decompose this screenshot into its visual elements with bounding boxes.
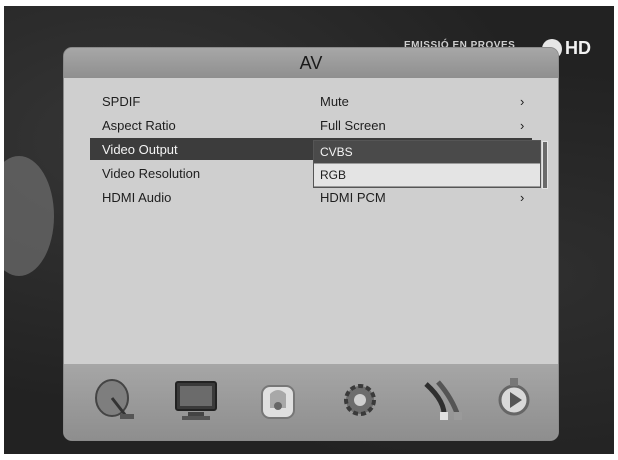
- main-menu-iconbar: [64, 364, 558, 440]
- dropdown-scrollbar[interactable]: [542, 141, 548, 189]
- chevron-right-icon: ›: [520, 189, 525, 205]
- background-artwork: [4, 156, 54, 276]
- hd-label: HD: [565, 38, 591, 58]
- settings-gear-icon[interactable]: [332, 372, 388, 428]
- dropdown-option-cvbs[interactable]: CVBS: [314, 141, 540, 164]
- tv-monitor-icon[interactable]: [168, 372, 224, 428]
- settings-list: SPDIF Mute › Aspect Ratio Full Screen › …: [64, 78, 558, 364]
- chevron-right-icon: ›: [520, 117, 525, 133]
- menu-item-spdif[interactable]: SPDIF Mute ›: [90, 90, 532, 112]
- menu-item-hdmi-audio[interactable]: HDMI Audio HDMI PCM ›: [90, 186, 532, 208]
- menu-item-aspect-ratio[interactable]: Aspect Ratio Full Screen ›: [90, 114, 532, 136]
- menu-item-label: HDMI Audio: [102, 189, 172, 205]
- satellite-dish-icon[interactable]: [86, 372, 142, 428]
- video-output-dropdown[interactable]: CVBS RGB: [314, 141, 548, 189]
- panel-title: AV: [299, 52, 323, 73]
- menu-item-value: Mute: [320, 93, 349, 109]
- menu-item-label: Video Resolution: [102, 165, 201, 181]
- menu-item-label: SPDIF: [102, 93, 141, 109]
- menu-item-value: Full Screen: [320, 117, 386, 133]
- panel-header: AV: [64, 48, 558, 78]
- parental-lock-icon[interactable]: [250, 372, 306, 428]
- menu-item-label: Aspect Ratio: [102, 117, 176, 133]
- av-settings-panel: AV SPDIF Mute › Aspect Ratio Full Screen…: [64, 48, 558, 440]
- tv-screen: EMISSIÓ EN PROVES HD AV SPDIF Mute › Asp…: [4, 6, 614, 454]
- menu-item-value: HDMI PCM: [320, 189, 386, 205]
- av-cables-icon[interactable]: [414, 372, 470, 428]
- media-player-icon[interactable]: [486, 372, 542, 428]
- dropdown-option-rgb[interactable]: RGB: [314, 164, 540, 187]
- chevron-right-icon: ›: [520, 93, 525, 109]
- menu-item-label: Video Output: [102, 141, 178, 157]
